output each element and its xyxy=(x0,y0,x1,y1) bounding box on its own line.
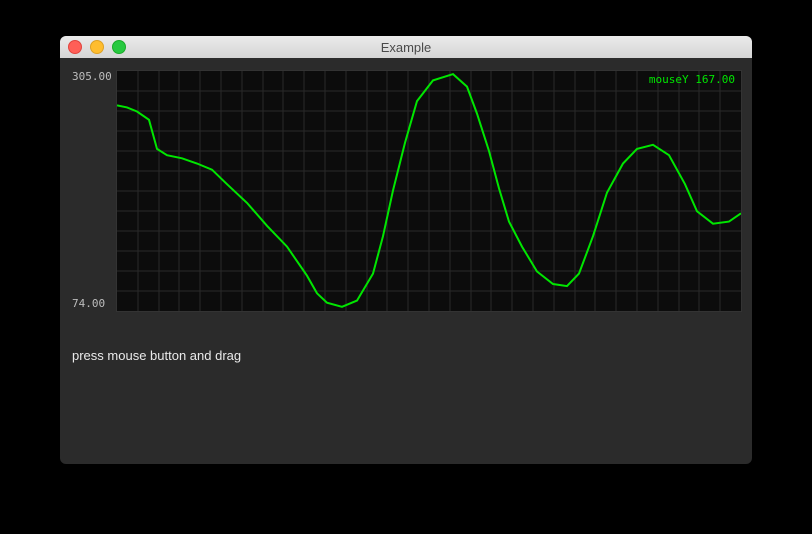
minimize-icon[interactable] xyxy=(90,40,104,54)
window-controls xyxy=(68,40,126,54)
instructions-text: press mouse button and drag xyxy=(72,348,241,363)
y-axis-max-label: 305.00 xyxy=(72,70,112,83)
window-title: Example xyxy=(60,40,752,55)
plot-panel[interactable]: 305.00 74.00 mouseY 167.00 xyxy=(72,70,740,310)
window-content: 305.00 74.00 mouseY 167.00 press mouse b… xyxy=(60,58,752,464)
zoom-icon[interactable] xyxy=(112,40,126,54)
titlebar[interactable]: Example xyxy=(60,36,752,58)
app-window: Example 305.00 74.00 mouseY 167.00 press… xyxy=(60,36,752,464)
plot-area[interactable]: mouseY 167.00 xyxy=(116,70,742,312)
mouse-readout: mouseY 167.00 xyxy=(649,73,735,86)
y-axis-min-label: 74.00 xyxy=(72,297,105,310)
grid-lines xyxy=(117,71,741,311)
plot-canvas[interactable] xyxy=(117,71,741,311)
close-icon[interactable] xyxy=(68,40,82,54)
